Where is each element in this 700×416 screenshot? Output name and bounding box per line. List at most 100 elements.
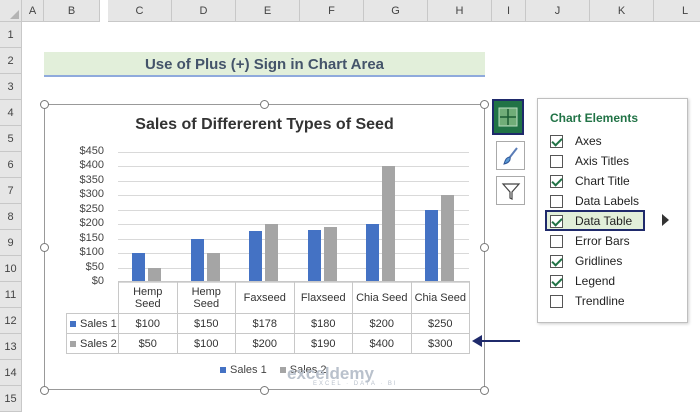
checkbox[interactable] [550, 194, 563, 208]
row-header-14[interactable]: 14 [0, 360, 22, 386]
pointer-arrow-line [480, 340, 520, 342]
legend-swatch [279, 367, 286, 374]
y-tick-label: $250 [79, 202, 104, 215]
column-header-J[interactable]: J [526, 0, 590, 22]
gridline [118, 238, 469, 240]
bar-sales-1[interactable] [132, 253, 146, 282]
checkbox[interactable] [550, 174, 563, 188]
chart-element-gridlines[interactable]: Gridlines [550, 252, 622, 270]
column-header-K[interactable]: K [590, 0, 654, 22]
chart-resize-handle[interactable] [480, 386, 489, 395]
chart-element-data-table[interactable]: Data Table [550, 212, 632, 230]
row-header-11[interactable]: 11 [0, 282, 22, 308]
row-header-12[interactable]: 12 [0, 308, 22, 334]
bar-sales-1[interactable] [190, 238, 204, 282]
column-header-C[interactable]: C [108, 0, 172, 22]
y-tick-label: $450 [79, 145, 104, 157]
data-table-cell: $100 [176, 333, 236, 354]
column-header-F[interactable]: F [300, 0, 364, 22]
row-header-6[interactable]: 6 [0, 152, 22, 178]
bar-sales-1[interactable] [249, 230, 263, 282]
gridline [118, 152, 469, 153]
chart-element-label: Trendline [575, 294, 625, 308]
chart-resize-handle[interactable] [480, 100, 489, 109]
chart-element-axis-titles[interactable]: Axis Titles [550, 152, 629, 170]
bar-sales-2[interactable] [323, 227, 337, 282]
bar-sales-2[interactable] [148, 267, 162, 282]
plus-icon [498, 107, 518, 127]
chart-element-label: Error Bars [575, 234, 630, 248]
gridline [118, 195, 469, 197]
chart-resize-handle[interactable] [260, 386, 269, 395]
row-header-15[interactable]: 15 [0, 386, 22, 412]
data-table-series-label: Sales 2 [66, 333, 119, 354]
row-header-4[interactable]: 4 [0, 100, 22, 126]
checkbox[interactable] [550, 234, 563, 248]
column-header-B[interactable]: B [44, 0, 100, 22]
checkbox[interactable] [550, 154, 563, 168]
data-table-cell: $178 [235, 313, 295, 334]
chart-element-label: Legend [575, 274, 616, 288]
submenu-arrow-icon[interactable] [662, 214, 669, 226]
chart-resize-handle[interactable] [40, 386, 49, 395]
row-header-8[interactable]: 8 [0, 204, 22, 230]
checkbox[interactable] [550, 274, 563, 288]
checkbox[interactable] [550, 294, 563, 308]
data-table-series-label: Sales 1 [66, 313, 119, 334]
legend-swatch [220, 367, 226, 374]
column-header-D[interactable]: D [172, 0, 236, 22]
column-header-A[interactable]: A [22, 0, 44, 22]
data-table-category: Hemp Seed [176, 281, 236, 314]
data-table-cell: $400 [352, 333, 412, 354]
data-table-category: Chia Seed [410, 281, 470, 314]
chart-element-error-bars[interactable]: Error Bars [550, 232, 630, 250]
select-all-corner[interactable] [0, 0, 22, 22]
row-header-7[interactable]: 7 [0, 178, 22, 204]
data-table-cell: $250 [410, 313, 470, 334]
bar-sales-1[interactable] [424, 209, 438, 282]
data-table-cell: $180 [293, 313, 353, 334]
y-tick-label: $200 [79, 217, 104, 230]
chart-data-table[interactable]: Hemp Seed Hemp Seed Faxseed Flaxseed Chia Seed… [66, 281, 470, 354]
checkbox[interactable] [550, 214, 563, 228]
row-header-9[interactable]: 9 [0, 230, 22, 256]
row-header-13[interactable]: 13 [0, 334, 22, 360]
column-header-I[interactable]: I [492, 0, 526, 22]
column-header-G[interactable]: G [364, 0, 428, 22]
chart-title[interactable]: Sales of Differerent Types of Seed [44, 116, 485, 134]
row-header-5[interactable]: 5 [0, 126, 22, 152]
chart-resize-handle[interactable] [40, 243, 49, 252]
chart-element-legend[interactable]: Legend [550, 272, 615, 290]
bar-sales-2[interactable] [440, 195, 454, 282]
pointer-arrow-icon [472, 335, 482, 347]
chart-elements-plus-button[interactable] [492, 99, 524, 135]
gridline [118, 180, 469, 182]
column-header-L[interactable]: L [654, 0, 700, 22]
chart-element-chart-title[interactable]: Chart Title [550, 172, 630, 190]
chart-styles-button[interactable] [496, 141, 525, 170]
chart-element-axes[interactable]: Axes [550, 132, 602, 150]
chart-element-data-labels[interactable]: Data Labels [550, 192, 639, 210]
chart-filters-button[interactable] [496, 176, 525, 205]
column-header-H[interactable]: H [428, 0, 492, 22]
chart-element-trendline[interactable]: Trendline [550, 292, 625, 310]
chart-resize-handle[interactable] [480, 243, 489, 252]
bar-sales-1[interactable] [366, 224, 380, 282]
checkbox[interactable] [550, 134, 563, 148]
legend-item-sales1: Sales 1 [220, 364, 267, 376]
bar-sales-1[interactable] [307, 230, 321, 282]
row-header-10[interactable]: 10 [0, 256, 22, 282]
chart-resize-handle[interactable] [260, 100, 269, 109]
chart-resize-handle[interactable] [40, 100, 49, 109]
column-header-E[interactable]: E [236, 0, 300, 22]
bar-sales-2[interactable] [265, 224, 279, 282]
bar-sales-2[interactable] [382, 166, 396, 282]
row-header-2[interactable]: 2 [0, 48, 22, 74]
data-table-cell: $150 [176, 313, 236, 334]
row-header-1[interactable]: 1 [0, 22, 22, 48]
gridline [118, 267, 469, 269]
checkbox[interactable] [550, 254, 563, 268]
bar-sales-2[interactable] [206, 253, 220, 282]
y-tick-label: $400 [79, 159, 104, 172]
row-header-3[interactable]: 3 [0, 74, 22, 100]
